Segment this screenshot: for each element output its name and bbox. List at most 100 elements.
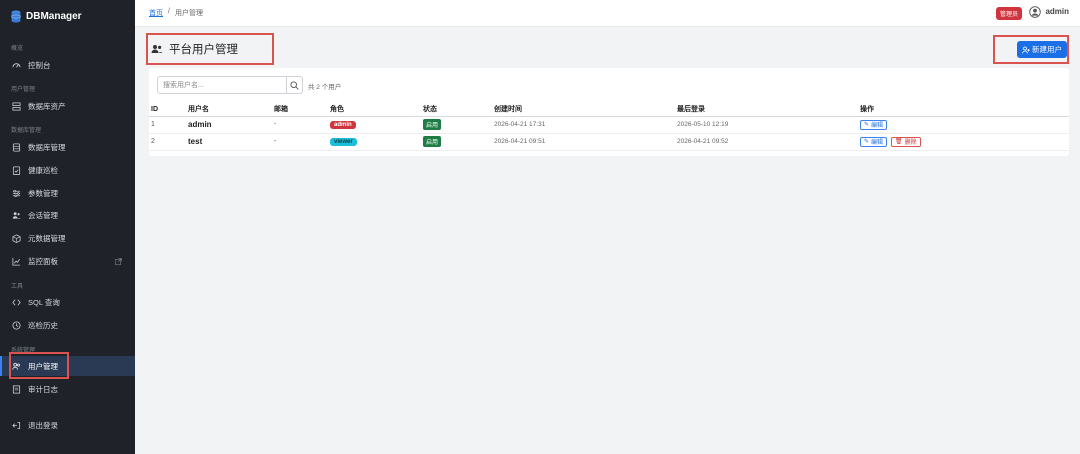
sidebar-item-db-management[interactable]: 数据库管理 xyxy=(0,137,135,157)
cube-icon xyxy=(12,233,21,243)
sliders-icon xyxy=(12,189,21,197)
new-user-highlight: 新建用户 xyxy=(993,35,1069,64)
users-table: ID 用户名 邮箱 角色 状态 创建时间 最后登录 操作 1 admin - a… xyxy=(149,103,1069,151)
table-row: 2 test - viewer 启用 2026-04-21 09:51 2026… xyxy=(149,133,1069,151)
cell-email: - xyxy=(272,133,328,151)
section-label-tools: 工具 xyxy=(11,284,24,290)
clipboard-check-icon xyxy=(12,165,21,175)
sidebar-item-label: 数据库管理 xyxy=(28,142,66,152)
dashboard-icon xyxy=(12,62,21,68)
journal-icon xyxy=(12,384,21,394)
delete-label: 删除 xyxy=(904,140,917,146)
edit-button[interactable]: ✎ 编辑 xyxy=(860,119,888,130)
pencil-icon: ✎ xyxy=(864,139,870,145)
col-status: 状态 xyxy=(421,103,492,117)
highlight-box-sidebar-users xyxy=(9,352,69,379)
sidebar-item-sql[interactable]: SQL 查询 xyxy=(0,292,135,312)
sidebar-item-health-check[interactable]: 健康巡检 xyxy=(0,160,135,180)
cell-role: viewer xyxy=(328,133,421,151)
search-icon xyxy=(290,80,299,90)
sidebar-item-label: 会话管理 xyxy=(28,210,58,220)
sidebar-item-label: 控制台 xyxy=(28,60,51,70)
section-label-overview: 概览 xyxy=(11,46,24,52)
page-title: 平台用户管理 xyxy=(169,44,238,56)
col-username: 用户名 xyxy=(186,103,272,117)
col-email: 邮箱 xyxy=(272,103,328,117)
sidebar-item-label: 参数管理 xyxy=(28,188,58,198)
logout-icon xyxy=(12,421,21,429)
sidebar-item-metadata[interactable]: 元数据管理 xyxy=(0,228,135,248)
breadcrumb-current: 用户管理 xyxy=(174,10,203,17)
section-label-db: 数据库管理 xyxy=(11,128,42,134)
sidebar-item-history[interactable]: 巡检历史 xyxy=(0,315,135,335)
status-badge: 启用 xyxy=(423,119,442,130)
external-link-icon[interactable] xyxy=(115,257,122,265)
cell-last-login: 2026-05-10 12:19 xyxy=(675,116,858,134)
delete-button[interactable]: 🗑 删除 xyxy=(891,136,921,147)
sidebar-item-label: 巡检历史 xyxy=(28,320,58,330)
cell-role: admin xyxy=(328,116,421,134)
new-user-label: 新建用户 xyxy=(1032,45,1062,54)
sidebar-item-label: 健康巡检 xyxy=(28,165,58,175)
cell-status: 启用 xyxy=(421,116,492,134)
col-last-login: 最后登录 xyxy=(675,103,858,117)
user-count: 共 2 个用户 xyxy=(308,84,342,91)
sidebar-item-label: 审计日志 xyxy=(28,384,58,394)
sidebar-item-monitor[interactable]: 监控面板 xyxy=(0,251,135,271)
cell-created: 2026-04-21 17:31 xyxy=(492,116,675,134)
username[interactable]: admin xyxy=(1045,7,1069,16)
chart-line-icon xyxy=(12,257,21,266)
new-user-button[interactable]: 新建用户 xyxy=(1017,41,1067,58)
sidebar-item-logout[interactable]: 退出登录 xyxy=(0,415,135,435)
brand-name: DBManager xyxy=(26,10,82,22)
table-row: 1 admin - admin 启用 2026-04-21 17:31 2026… xyxy=(149,116,1069,134)
sidebar-item-db-assets[interactable]: 数据库资产 xyxy=(0,96,135,116)
cell-username: admin xyxy=(186,116,272,134)
search-button[interactable] xyxy=(287,76,303,94)
cell-email: - xyxy=(272,116,328,134)
cell-id: 1 xyxy=(149,116,186,134)
sidebar-item-label: 数据库资产 xyxy=(28,101,66,111)
cell-created: 2026-04-21 09:51 xyxy=(492,133,675,151)
users-icon xyxy=(151,45,163,53)
sidebar: DBManager 概览 控制台 用户管理 数据库资产 数据库管理 数据库管理 … xyxy=(0,0,135,454)
breadcrumb-home-link[interactable]: 首页 xyxy=(149,8,163,18)
database-logo-icon xyxy=(11,10,21,22)
col-role: 角色 xyxy=(328,103,421,117)
breadcrumb: 首页 / 用户管理 xyxy=(149,8,203,18)
database-icon xyxy=(12,142,21,152)
cell-last-login: 2026-04-21 09:52 xyxy=(675,133,858,151)
topbar: 首页 / 用户管理 管理员 admin xyxy=(135,0,1080,27)
sidebar-item-dashboard[interactable]: 控制台 xyxy=(0,55,135,75)
cell-id: 2 xyxy=(149,133,186,151)
edit-label: 编辑 xyxy=(871,123,884,129)
person-plus-icon xyxy=(1022,46,1030,54)
sidebar-item-label: 退出登录 xyxy=(28,420,58,430)
col-id: ID xyxy=(149,103,186,117)
role-badge-viewer: viewer xyxy=(330,137,357,146)
edit-button[interactable]: ✎ 编辑 xyxy=(860,136,888,147)
table-header-row: ID 用户名 邮箱 角色 状态 创建时间 最后登录 操作 xyxy=(149,103,1069,117)
clock-history-icon xyxy=(12,320,21,330)
sidebar-item-parameters[interactable]: 参数管理 xyxy=(0,183,135,203)
trash-icon: 🗑 xyxy=(895,139,903,145)
search-input[interactable]: 搜索用户名... xyxy=(157,76,287,94)
user-avatar-icon[interactable] xyxy=(1029,6,1041,18)
sidebar-item-label: 元数据管理 xyxy=(28,233,66,243)
role-badge-admin: admin xyxy=(330,120,356,129)
col-actions: 操作 xyxy=(858,103,1069,117)
col-created: 创建时间 xyxy=(492,103,675,117)
server-icon xyxy=(12,101,21,111)
cell-status: 启用 xyxy=(421,133,492,151)
section-label-users: 用户管理 xyxy=(11,87,36,93)
brand[interactable]: DBManager xyxy=(11,9,82,23)
pencil-icon: ✎ xyxy=(864,122,870,128)
page-title-highlight: 平台用户管理 xyxy=(146,33,274,65)
role-badge: 管理员 xyxy=(995,7,1022,20)
cell-actions: ✎ 编辑 xyxy=(858,116,1069,134)
sidebar-item-sessions[interactable]: 会话管理 xyxy=(0,205,135,225)
sidebar-item-label: SQL 查询 xyxy=(28,297,60,307)
sidebar-item-audit-log[interactable]: 审计日志 xyxy=(0,379,135,399)
breadcrumb-separator: / xyxy=(168,8,170,15)
users-icon xyxy=(12,211,21,219)
